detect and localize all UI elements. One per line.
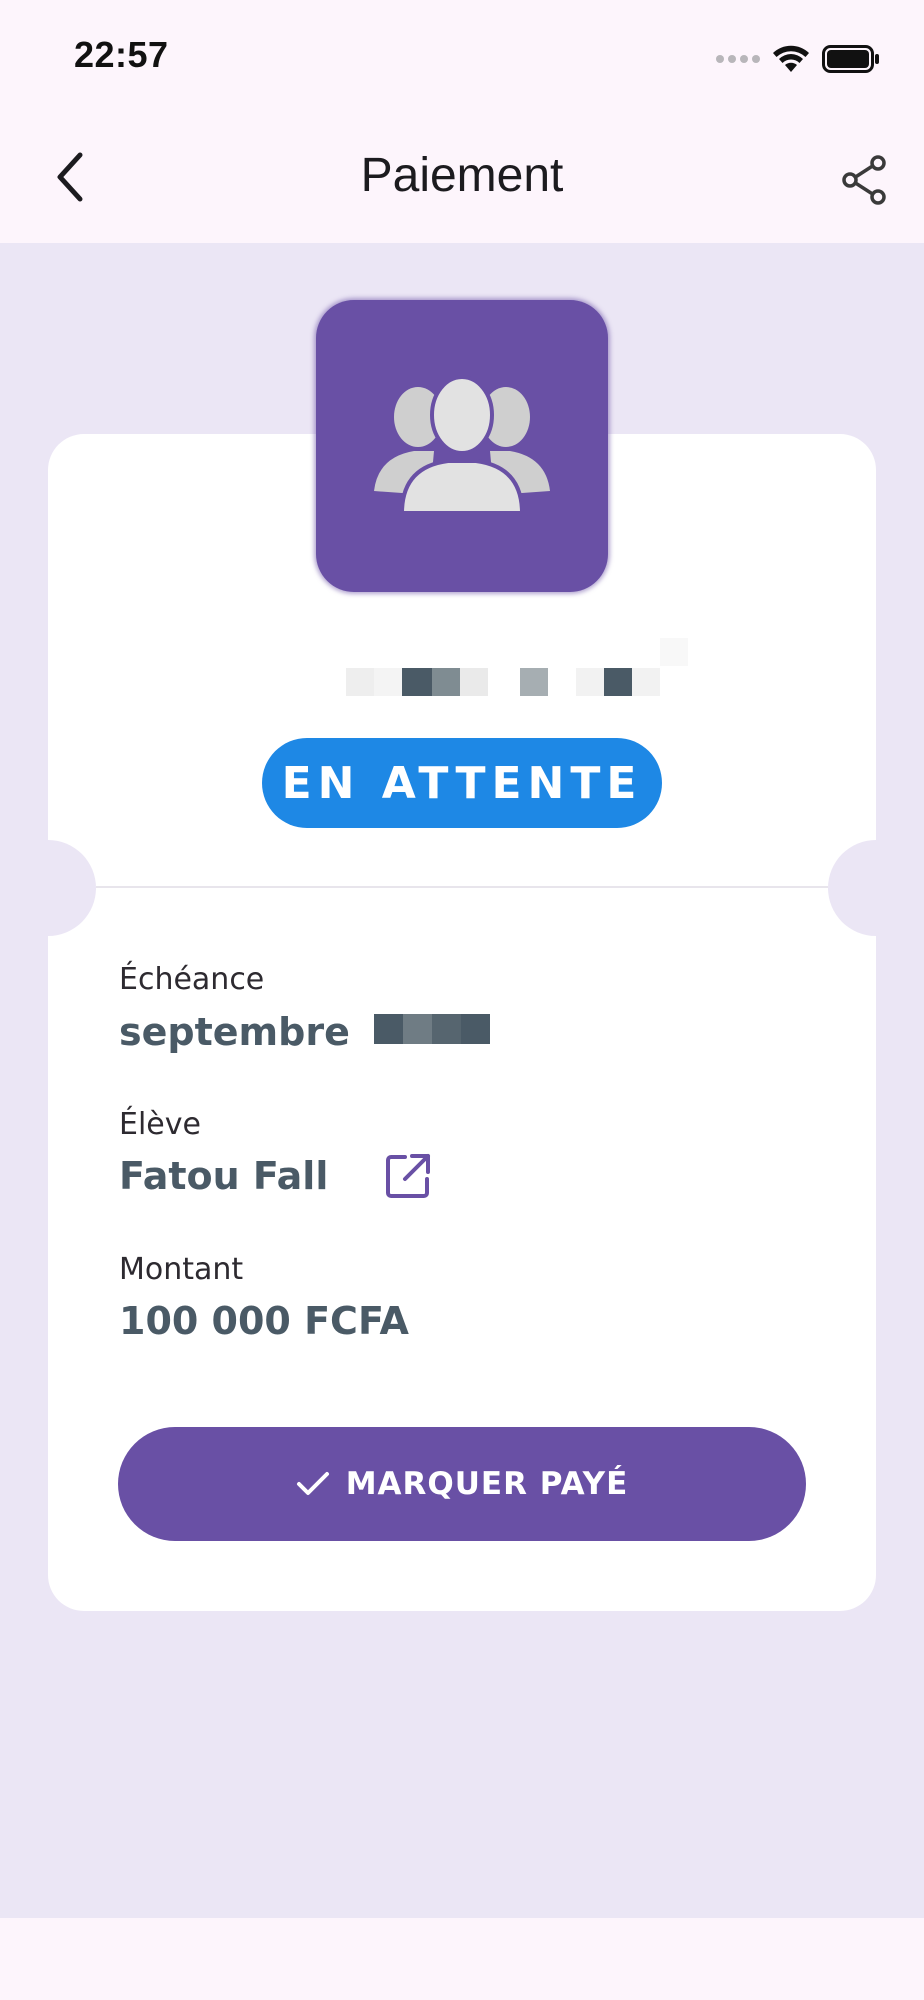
due-date-value: septembre bbox=[119, 1010, 350, 1054]
group-avatar bbox=[316, 300, 608, 592]
open-student-link[interactable] bbox=[380, 1148, 436, 1204]
student-name[interactable]: Fatou Fall bbox=[119, 1154, 328, 1198]
mark-paid-label: MARQUER PAYÉ bbox=[345, 1466, 629, 1502]
wifi-icon bbox=[773, 45, 809, 72]
ticket-notch-left bbox=[0, 840, 96, 936]
battery-icon bbox=[822, 45, 879, 73]
mark-paid-button[interactable]: MARQUER PAYÉ bbox=[118, 1427, 806, 1541]
student-label: Élève bbox=[119, 1107, 201, 1142]
open-in-new-icon bbox=[386, 1154, 430, 1198]
bottom-safe-area bbox=[0, 1918, 924, 2000]
status-bar: 22:57 bbox=[0, 0, 924, 110]
due-date-label: Échéance bbox=[119, 962, 265, 997]
check-icon bbox=[296, 1472, 329, 1495]
top-app-bar: Paiement bbox=[0, 110, 924, 243]
redacted-due-year bbox=[374, 1014, 490, 1044]
ticket-notch-right bbox=[828, 840, 924, 936]
redacted-name bbox=[346, 638, 692, 696]
amount-label: Montant bbox=[119, 1252, 244, 1287]
ticket-divider bbox=[96, 886, 828, 888]
page-title: Paiement bbox=[360, 149, 564, 202]
group-users-icon bbox=[374, 375, 550, 515]
amount-value: 100 000 FCFA bbox=[119, 1299, 409, 1343]
status-icons bbox=[716, 42, 880, 76]
status-time: 22:57 bbox=[74, 34, 169, 75]
signal-dots-icon bbox=[716, 55, 760, 63]
share-icon bbox=[842, 155, 886, 205]
status-badge: EN ATTENTE bbox=[262, 738, 662, 828]
share-button[interactable] bbox=[834, 150, 894, 210]
